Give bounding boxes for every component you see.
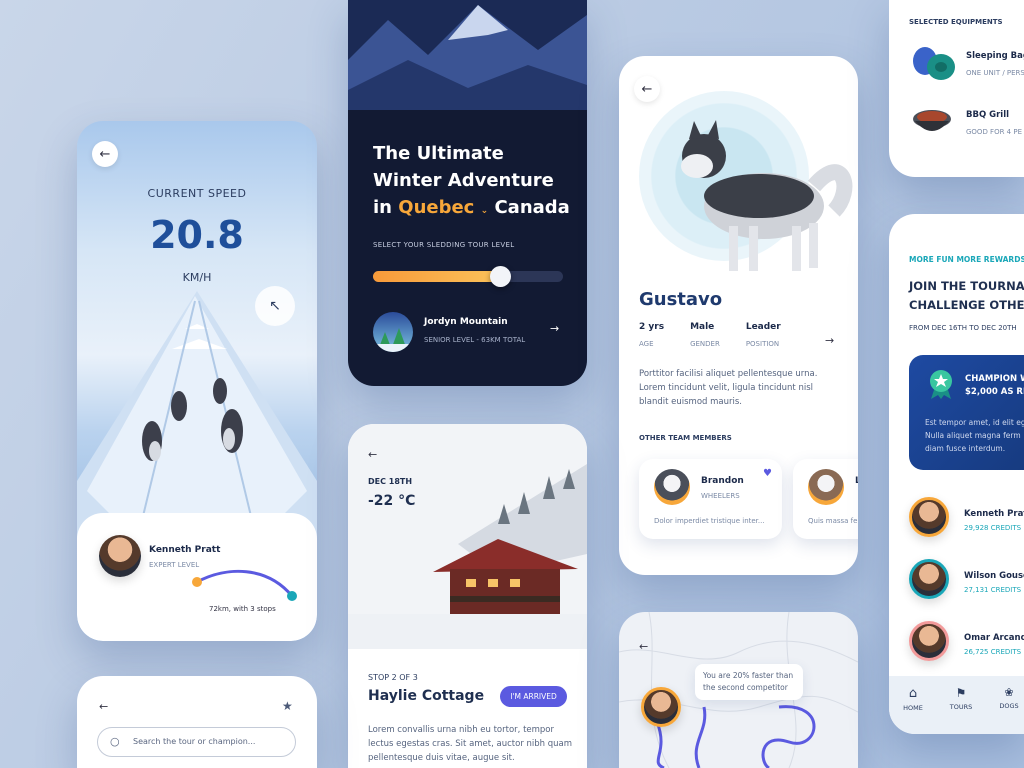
equipment-card: SELECTED EQUIPMENTS Sleeping Bag ONE UNI…: [889, 0, 1024, 177]
speed-unit: KM/H: [182, 271, 212, 284]
heart-icon[interactable]: ♥: [763, 468, 772, 479]
location-detail: SENIOR LEVEL - 63KM TOTAL: [424, 336, 526, 344]
leader-credits: 26,725 CREDITS: [964, 648, 1022, 656]
home-icon: ⌂: [908, 686, 918, 701]
back-icon[interactable]: ←: [639, 640, 648, 653]
map-card: ← You are 20% faster than the second com…: [619, 612, 858, 768]
sleeping-bag-icon: [909, 45, 955, 83]
avatar: [99, 535, 141, 577]
avatar: [909, 497, 949, 537]
back-icon[interactable]: ←: [99, 700, 108, 713]
leader-name: Kenneth Pratt: [964, 509, 1024, 519]
dog-name: Gustavo: [639, 289, 723, 310]
city-dropdown[interactable]: Quebec ⌄: [398, 197, 488, 218]
dog-stat-position: Leader POSITION: [745, 322, 781, 348]
nav-dogs[interactable]: ❀ DOGS: [995, 686, 1023, 710]
dog-stat-age: 2 yrs AGE: [639, 322, 665, 348]
chevron-down-icon: ⌄: [480, 206, 489, 216]
back-icon[interactable]: ←: [368, 448, 377, 461]
dog-description: Porttitor facilisi aliquet pellentesque …: [639, 369, 818, 407]
leader-credits: 29,928 CREDITS: [964, 524, 1022, 532]
date: DEC 18TH: [368, 477, 413, 486]
tour-title: The Ultimate Winter Adventure in Quebec …: [373, 143, 570, 218]
equipment-name: Sleeping Bag: [966, 51, 1024, 61]
team-member-card[interactable]: Brandon WHEELERS ♥ Dolor imperdiet trist…: [639, 459, 782, 539]
equipment-name: BBQ Grill: [966, 110, 1010, 120]
stop-label: STOP 2 OF 3: [368, 673, 418, 682]
bottom-nav: ⌂ HOME ⚑ TOURS ❀ DOGS: [889, 676, 1024, 734]
avatar: [909, 559, 949, 599]
search-input[interactable]: ○ Search the tour or champion...: [97, 727, 296, 757]
leader-credits: 27,131 CREDITS: [964, 586, 1022, 594]
arrow-right-icon[interactable]: →: [825, 334, 834, 347]
speed-comparison-bubble: You are 20% faster than the second compe…: [695, 664, 803, 700]
arrow-right-icon[interactable]: →: [550, 322, 559, 335]
back-button[interactable]: ←: [92, 141, 118, 167]
team-member-card[interactable]: L Quis massa fe: [793, 459, 858, 539]
member-desc: Dolor imperdiet tristique inter...: [654, 517, 765, 525]
tour-card: The Ultimate Winter Adventure in Quebec …: [348, 0, 587, 386]
slider-fill: [373, 271, 501, 282]
dog-avatar: [654, 469, 690, 505]
dog-profile-card: ← Gustavo 2 yrs AGE Male GENDER Leader POSI…: [619, 56, 858, 575]
member-desc: Quis massa fe: [808, 517, 858, 525]
location-thumbnail: [373, 312, 413, 352]
search-placeholder: Search the tour or champion...: [133, 737, 256, 746]
temperature: -22 °C: [368, 493, 416, 509]
flag-icon: ⚑: [955, 686, 967, 700]
bbq-grill-icon: [911, 105, 953, 141]
member-role: WHEELERS: [701, 492, 740, 500]
husky-image: [681, 120, 853, 271]
slider-handle[interactable]: [490, 266, 512, 287]
rewards-kicker: MORE FUN MORE REWARDS: [909, 255, 1024, 264]
equipment-detail: ONE UNIT / PERS: [966, 69, 1024, 77]
speed-card: ← CURRENT SPEED 20.8 KM/H ↖ Kenneth Prat…: [77, 121, 317, 641]
nav-tours[interactable]: ⚑ TOURS: [947, 686, 975, 711]
back-button[interactable]: ←: [634, 76, 660, 102]
dog-avatar: [808, 469, 844, 505]
search-icon: ○: [110, 735, 120, 748]
arrived-button[interactable]: I'M ARRIVED: [500, 686, 567, 707]
paw-icon: ❀: [1004, 686, 1014, 699]
avatar: [641, 687, 681, 727]
search-card: ← ★ ○ Search the tour or champion...: [77, 676, 317, 768]
mountains-image: [348, 0, 587, 110]
rider-panel: Kenneth Pratt EXPERT LEVEL 72km, with 3 …: [77, 513, 317, 641]
leader-name: Omar Arcand: [964, 633, 1024, 643]
current-speed-value: 20.8: [150, 213, 244, 257]
promo-title: CHAMPION W $2,000 AS RE: [965, 374, 1024, 397]
rider-name: Kenneth Pratt: [149, 545, 221, 555]
promo-text: Est tempor amet, id elit eg Nulla alique…: [925, 418, 1024, 453]
rewards-title: JOIN THE TOURNAM CHALLENGE OTHER: [909, 279, 1024, 312]
sled-scene-image: [77, 291, 317, 541]
cottage-name: Haylie Cottage: [368, 688, 485, 704]
dog-stats: 2 yrs AGE Male GENDER Leader POSITION: [639, 322, 819, 348]
member-name: Brandon: [701, 476, 744, 486]
tour-level-slider[interactable]: [373, 266, 563, 287]
arrow-up-left-icon: ↖: [269, 298, 281, 314]
route-info: 72km, with 3 stops: [209, 605, 276, 613]
member-name: L: [855, 476, 858, 486]
current-speed-label: CURRENT SPEED: [147, 187, 247, 200]
champion-promo[interactable]: CHAMPION W $2,000 AS RE Est tempor amet,…: [909, 355, 1024, 470]
equipment-detail: GOOD FOR 4 PE: [966, 128, 1023, 136]
cottage-card: ← DEC 18TH -22 °C STOP 2 OF 3 Haylie Cot…: [348, 424, 587, 768]
cottage-description: Lorem convallis urna nibh eu tortor, tem…: [368, 725, 573, 763]
avatar: [909, 621, 949, 661]
cottage-image: [348, 424, 587, 649]
team-label: OTHER TEAM MEMBERS: [639, 434, 732, 442]
direction-button[interactable]: ↖: [255, 286, 295, 326]
dog-stat-gender: Male GENDER: [690, 322, 720, 348]
slider-label: SELECT YOUR SLEDDING TOUR LEVEL: [373, 241, 515, 249]
rewards-dates: FROM DEC 16TH TO DEC 20TH: [909, 324, 1017, 332]
rewards-card: MORE FUN MORE REWARDS JOIN THE TOURNAM C…: [889, 214, 1024, 734]
equipment-title: SELECTED EQUIPMENTS: [909, 18, 1003, 26]
award-badge-icon: [926, 369, 956, 399]
nav-home[interactable]: ⌂ HOME: [901, 686, 925, 712]
leader-name: Wilson Gouse: [964, 571, 1024, 581]
location-name: Jordyn Mountain: [424, 317, 508, 327]
star-icon[interactable]: ★: [282, 699, 293, 713]
